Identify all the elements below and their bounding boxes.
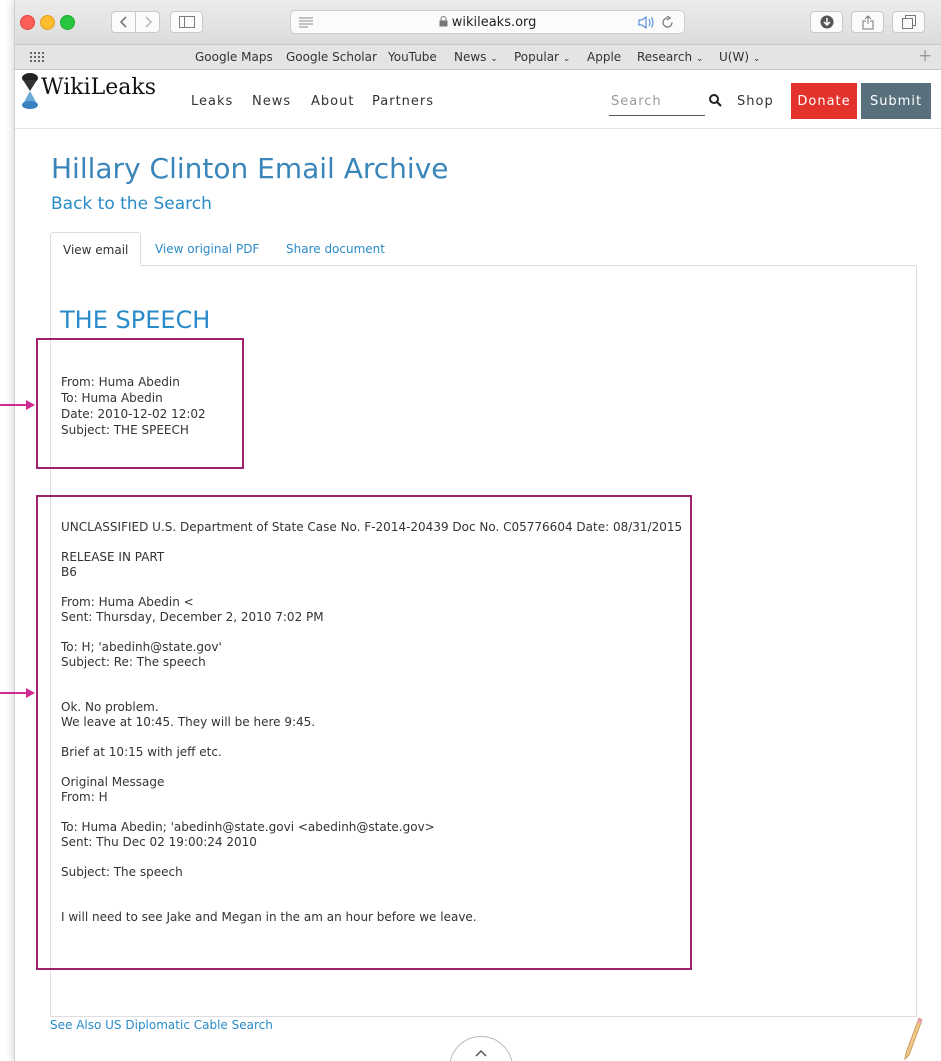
metadata-arrow [0, 404, 26, 406]
site-header: WikiLeaks Leaks News About Partners Sear… [15, 70, 941, 129]
tab-view-email[interactable]: View email [50, 232, 142, 266]
chevron-down-icon: ⌄ [562, 54, 571, 64]
bookmark-google-maps[interactable]: Google Maps [195, 50, 273, 64]
bookmark-google-scholar[interactable]: Google Scholar [286, 50, 377, 64]
nav-news[interactable]: News [252, 94, 291, 109]
chevron-down-icon: ⌄ [490, 54, 498, 64]
bookmark-news[interactable]: News ⌄ [454, 50, 498, 64]
chevron-down-icon: ⌄ [752, 54, 761, 64]
chevron-up-icon [475, 1049, 487, 1057]
reload-icon[interactable] [661, 16, 674, 29]
site-logo[interactable]: WikiLeaks [41, 75, 156, 100]
search-placeholder: Search [611, 94, 662, 109]
donate-button[interactable]: Donate [791, 83, 857, 119]
search-input[interactable]: Search [609, 87, 705, 116]
bookmark-news-label: News [454, 50, 487, 64]
body-arrow [0, 692, 26, 694]
email-title: THE SPEECH [60, 306, 211, 334]
chevron-down-icon: ⌄ [695, 54, 704, 64]
tabs-overview-button[interactable] [892, 11, 925, 33]
body-highlight-box [36, 495, 692, 970]
bookmark-uw[interactable]: U(W) ⌄ [719, 50, 760, 64]
chevron-left-icon [119, 16, 127, 28]
bookmarks-bar: Google Maps Google Scholar YouTube News … [15, 45, 941, 70]
search-icon[interactable] [709, 94, 722, 107]
back-to-search-link[interactable]: Back to the Search [51, 194, 212, 214]
bookmark-research[interactable]: Research ⌄ [637, 50, 703, 64]
see-also-cable-search-link[interactable]: See Also US Diplomatic Cable Search [50, 1018, 273, 1032]
nav-about[interactable]: About [311, 94, 354, 109]
close-window-button[interactable] [20, 15, 35, 30]
sidebar-toggle-button[interactable] [170, 11, 203, 33]
lock-icon [439, 16, 448, 27]
share-icon [862, 14, 873, 29]
bookmark-research-label: Research [637, 50, 693, 64]
page-title: Hillary Clinton Email Archive [51, 152, 449, 185]
browser-toolbar: wikileaks.org [15, 0, 941, 45]
tab-share-document[interactable]: Share document [286, 232, 385, 265]
hourglass-logo-icon[interactable] [21, 72, 39, 110]
new-tab-plus-icon[interactable]: + [918, 46, 932, 66]
minimize-window-button[interactable] [40, 15, 55, 30]
metadata-arrow-head-icon [26, 400, 35, 410]
share-button[interactable] [851, 11, 884, 33]
url-text: wikileaks.org [451, 15, 537, 30]
forward-button[interactable] [135, 11, 160, 33]
tabs-icon [901, 15, 916, 29]
bookmark-popular[interactable]: Popular ⌄ [514, 50, 570, 64]
bookmark-youtube[interactable]: YouTube [388, 50, 437, 64]
bookmark-popular-label: Popular [514, 50, 559, 64]
nav-shop[interactable]: Shop [737, 94, 774, 109]
metadata-highlight-box [36, 338, 244, 469]
bookmark-apple[interactable]: Apple [587, 50, 621, 64]
audio-icon[interactable] [638, 16, 656, 29]
tab-view-original-pdf[interactable]: View original PDF [155, 232, 259, 265]
nav-leaks[interactable]: Leaks [191, 94, 233, 109]
url-display[interactable]: wikileaks.org [291, 15, 684, 30]
address-bar[interactable]: wikileaks.org [290, 10, 685, 34]
nav-partners[interactable]: Partners [372, 94, 434, 109]
body-arrow-head-icon [26, 688, 35, 698]
downloads-button[interactable] [810, 11, 843, 33]
bookmark-uw-label: U(W) [719, 50, 750, 64]
submit-button[interactable]: Submit [861, 83, 931, 119]
back-button[interactable] [111, 11, 136, 33]
grid-icon[interactable] [30, 52, 46, 62]
download-icon [820, 15, 833, 29]
sidebar-icon [178, 16, 195, 28]
pencil-icon[interactable] [903, 1017, 923, 1061]
zoom-window-button[interactable] [60, 15, 75, 30]
scroll-to-top-button[interactable] [449, 1036, 513, 1061]
chevron-right-icon [144, 16, 152, 28]
